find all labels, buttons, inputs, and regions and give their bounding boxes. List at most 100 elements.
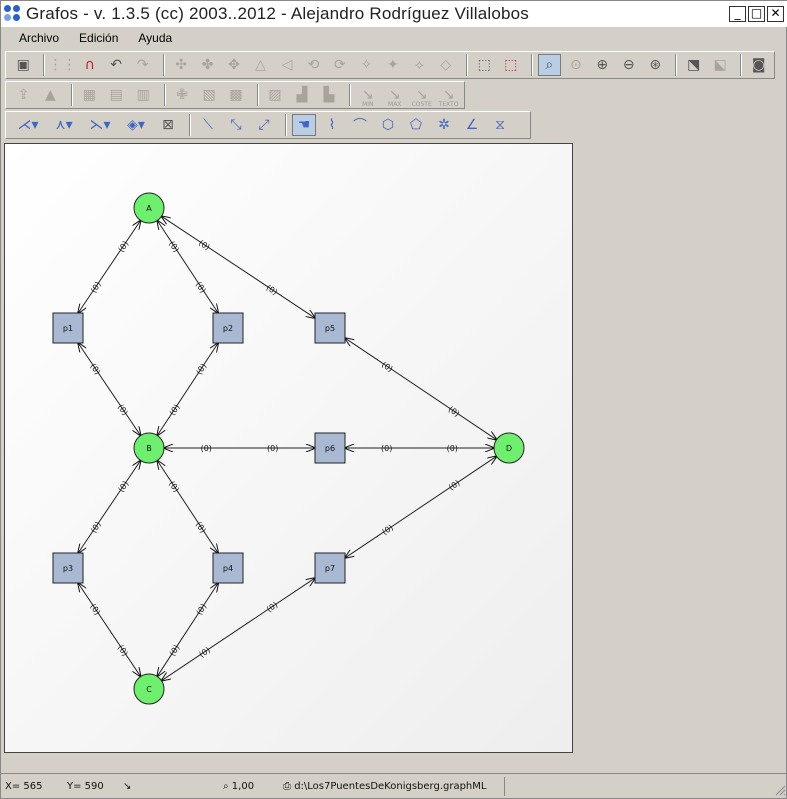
numbered-edge-icon[interactable]: ⤢ <box>252 114 276 136</box>
print-icon: ⎙ <box>283 780 291 792</box>
new-graph-icon[interactable]: ▣ <box>12 54 34 76</box>
magnet-icon[interactable]: ∩ <box>78 54 100 76</box>
zoom-out-icon[interactable]: ⊖ <box>618 54 640 76</box>
cycle-dropdown-icon[interactable]: ◈▾ <box>120 114 152 136</box>
align-icon[interactable]: ✧ <box>355 54 377 76</box>
grid-icon[interactable]: ⋮⋮ <box>48 54 76 76</box>
edge-weight-label: (0) <box>447 444 458 453</box>
export-icon[interactable]: ⬔ <box>682 54 704 76</box>
window-title: Grafos - v. 1.3.5 (cc) 2003..2012 - Alej… <box>26 4 530 23</box>
menu-archivo[interactable]: Archivo <box>17 31 69 45</box>
title-bar[interactable]: Grafos - v. 1.3.5 (cc) 2003..2012 - Alej… <box>1 1 787 27</box>
toolbar-separator <box>675 54 678 76</box>
edit-icon[interactable]: ▙ <box>317 84 340 106</box>
node-p3[interactable]: p3 <box>52 552 84 584</box>
lock-icon[interactable]: ▲ <box>39 84 62 106</box>
toolbar-separator <box>43 54 46 76</box>
arc-icon[interactable]: ⌒ <box>348 114 372 136</box>
chart-icon[interactable]: ▟ <box>290 84 313 106</box>
maximize-button[interactable]: □ <box>748 6 765 22</box>
menu-bar: Archivo Edición Ayuda <box>1 27 787 49</box>
arrange-icon[interactable]: ⟡ <box>408 54 430 76</box>
cursor-tool-icon: ↘ <box>123 780 132 792</box>
flip-icon[interactable]: ⟳ <box>329 54 351 76</box>
file-path: d:\Los7PuentesDeKonigsberg.graphML <box>294 780 487 792</box>
directed-edge-icon[interactable]: ⤡ <box>224 114 248 136</box>
max-path-icon[interactable]: ↘ MAX <box>383 84 406 108</box>
node-p2[interactable]: p2 <box>212 312 244 344</box>
edit-node-icon[interactable]: ▦ <box>78 84 101 106</box>
zoom-fit-icon[interactable]: ⊛ <box>644 54 666 76</box>
graph-canvas[interactable]: (0) (0) (0) (0) (0) (0) (0) (0) (0) (0) (0) (0) (0)(… <box>4 143 573 753</box>
edge-icon[interactable]: ⟍ <box>196 114 220 136</box>
resize-grip-icon[interactable] <box>774 784 786 796</box>
select-area-icon[interactable]: ⬚ <box>473 54 495 76</box>
close-button[interactable]: ✕ <box>767 6 784 22</box>
min-path-icon[interactable]: ↘ MIN <box>356 84 379 108</box>
zoom-level: 1,00 <box>231 780 255 792</box>
x-coordinate: X= 565 <box>5 780 43 792</box>
edge-weight-label: (0) <box>201 444 212 453</box>
node-D[interactable]: D <box>493 432 525 464</box>
node-p5[interactable]: p5 <box>314 312 346 344</box>
polygon-icon[interactable]: ⬠ <box>404 114 428 136</box>
y-coordinate: Y= 590 <box>67 780 104 792</box>
triangle-icon[interactable]: △ <box>249 54 271 76</box>
app-window: Grafos - v. 1.3.5 (cc) 2003..2012 - Alej… <box>0 0 787 799</box>
cost-icon[interactable]: ↘ COSTE <box>410 84 433 108</box>
node-label: p3 <box>63 564 73 573</box>
import-icon[interactable]: ⇪ <box>12 84 35 106</box>
export-disabled-icon[interactable]: ⬕ <box>709 54 731 76</box>
angle-icon[interactable]: ◁ <box>276 54 298 76</box>
status-empty-cell <box>504 776 764 796</box>
text-icon[interactable]: ↘ TEXTO <box>437 84 460 108</box>
zoom-icon: ⌕ <box>223 780 229 792</box>
toolbar-separator <box>163 84 166 106</box>
zoom-reset-icon[interactable]: ⊙ <box>565 54 587 76</box>
distribute-icon[interactable]: ✦ <box>382 54 404 76</box>
node-p4[interactable]: p4 <box>212 552 244 584</box>
hexagon-icon[interactable]: ⬡ <box>376 114 400 136</box>
delete-selection-icon[interactable]: ⬚ <box>500 54 522 76</box>
zoom-mode-icon[interactable]: ⌕ <box>537 54 561 76</box>
node-C[interactable]: C <box>133 673 165 705</box>
table-icon[interactable]: ▧ <box>198 84 221 106</box>
move-icon[interactable]: ✙ <box>171 84 194 106</box>
wheel-icon[interactable]: ✲ <box>432 114 456 136</box>
paste-icon[interactable]: ▥ <box>132 84 155 106</box>
node-B[interactable]: B <box>133 432 165 464</box>
layout-icon[interactable]: ◇ <box>435 54 457 76</box>
camera-icon[interactable]: ◙ <box>747 54 769 76</box>
hierarchy-dropdown-icon[interactable]: ⋏▾ <box>48 114 80 136</box>
list-icon[interactable]: ▨ <box>264 84 287 106</box>
toolbar-separator <box>189 114 191 136</box>
redo-icon[interactable]: ↷ <box>131 54 153 76</box>
rotate-icon[interactable]: ⟲ <box>302 54 324 76</box>
node-A[interactable]: A <box>133 192 165 224</box>
bipartite-icon[interactable]: ⧖ <box>488 114 512 136</box>
node-label: p7 <box>325 564 335 573</box>
magnet-node-icon[interactable]: ✤ <box>196 54 218 76</box>
tree-dropdown-icon[interactable]: ⋌▾ <box>12 114 44 136</box>
minimize-button[interactable]: _ <box>729 6 746 22</box>
toolbar-separator <box>530 54 533 76</box>
matrix-icon[interactable]: ▩ <box>225 84 248 106</box>
node-label: C <box>146 685 152 694</box>
color-node-icon[interactable]: ✥ <box>223 54 245 76</box>
node-p6[interactable]: p6 <box>314 432 346 464</box>
menu-ayuda[interactable]: Ayuda <box>136 31 182 45</box>
node-label: p1 <box>63 324 73 333</box>
pointer-icon[interactable]: ☚ <box>292 114 316 136</box>
menu-edicion[interactable]: Edición <box>77 31 128 45</box>
select-node-icon[interactable]: ✣ <box>170 54 192 76</box>
undo-icon[interactable]: ↶ <box>105 54 127 76</box>
zoom-in-icon[interactable]: ⊕ <box>591 54 613 76</box>
copy-icon[interactable]: ▤ <box>105 84 128 106</box>
app-logo-icon <box>4 5 22 23</box>
node-p1[interactable]: p1 <box>52 312 84 344</box>
path-icon[interactable]: ⌇ <box>320 114 344 136</box>
network-dropdown-icon[interactable]: ⋋▾ <box>84 114 116 136</box>
angle-path-icon[interactable]: ∠ <box>460 114 484 136</box>
node-p7[interactable]: p7 <box>314 552 346 584</box>
delete-graph-icon[interactable]: ⊠ <box>156 114 180 136</box>
